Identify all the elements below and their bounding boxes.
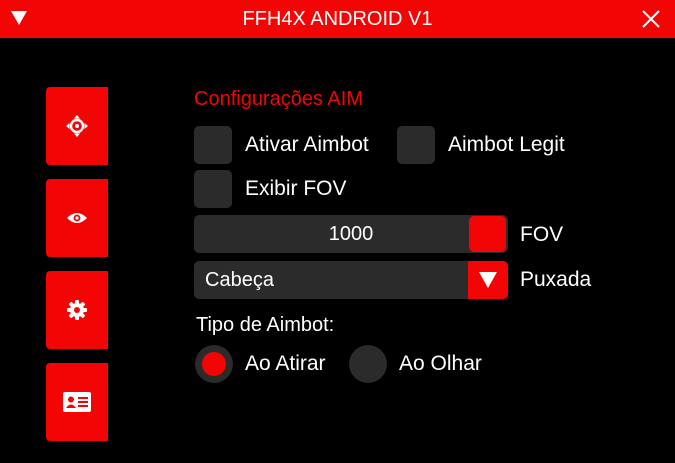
aimbot-legit-label: Aimbot Legit	[448, 133, 565, 156]
aimbot-legit-checkbox[interactable]	[397, 126, 435, 164]
radio-ao-atirar[interactable]	[195, 345, 233, 383]
window-title: FFH4X ANDROID V1	[242, 8, 433, 30]
mod-menu-window: FFH4X ANDROID V1 Configurações AIM Ativa…	[0, 0, 675, 463]
id-card-icon	[63, 392, 91, 412]
exibir-fov-label: Exibir FOV	[245, 177, 347, 200]
radio-selected-dot	[202, 352, 226, 376]
tipo-aimbot-label: Tipo de Aimbot:	[196, 314, 335, 336]
puxada-label: Puxada	[520, 268, 592, 291]
ativar-aimbot-checkbox[interactable]	[194, 126, 232, 164]
eye-icon	[66, 211, 88, 225]
sidebar-item-profile[interactable]	[46, 363, 108, 441]
title-bar[interactable]: FFH4X ANDROID V1	[0, 0, 675, 38]
fov-label: FOV	[520, 223, 564, 246]
sidebar-item-settings[interactable]	[46, 271, 108, 349]
ao-olhar-label: Ao Olhar	[399, 352, 482, 375]
chevron-down-icon[interactable]	[468, 261, 508, 299]
section-title: Configurações AIM	[194, 88, 363, 110]
close-icon[interactable]	[641, 9, 661, 34]
fov-color-button[interactable]	[469, 216, 506, 252]
sidebar-item-visuals[interactable]	[46, 179, 108, 257]
crosshair-icon	[65, 114, 89, 138]
fov-value-field[interactable]: 1000	[194, 215, 508, 253]
radio-ao-olhar[interactable]	[349, 345, 387, 383]
puxada-selected-value: Cabeça	[205, 269, 274, 291]
exibir-fov-checkbox[interactable]	[194, 170, 232, 208]
ativar-aimbot-label: Ativar Aimbot	[245, 133, 369, 156]
gear-icon	[66, 299, 88, 321]
puxada-select[interactable]: Cabeça	[194, 261, 508, 299]
sidebar-item-aim[interactable]	[46, 87, 108, 165]
ao-atirar-label: Ao Atirar	[245, 352, 326, 375]
